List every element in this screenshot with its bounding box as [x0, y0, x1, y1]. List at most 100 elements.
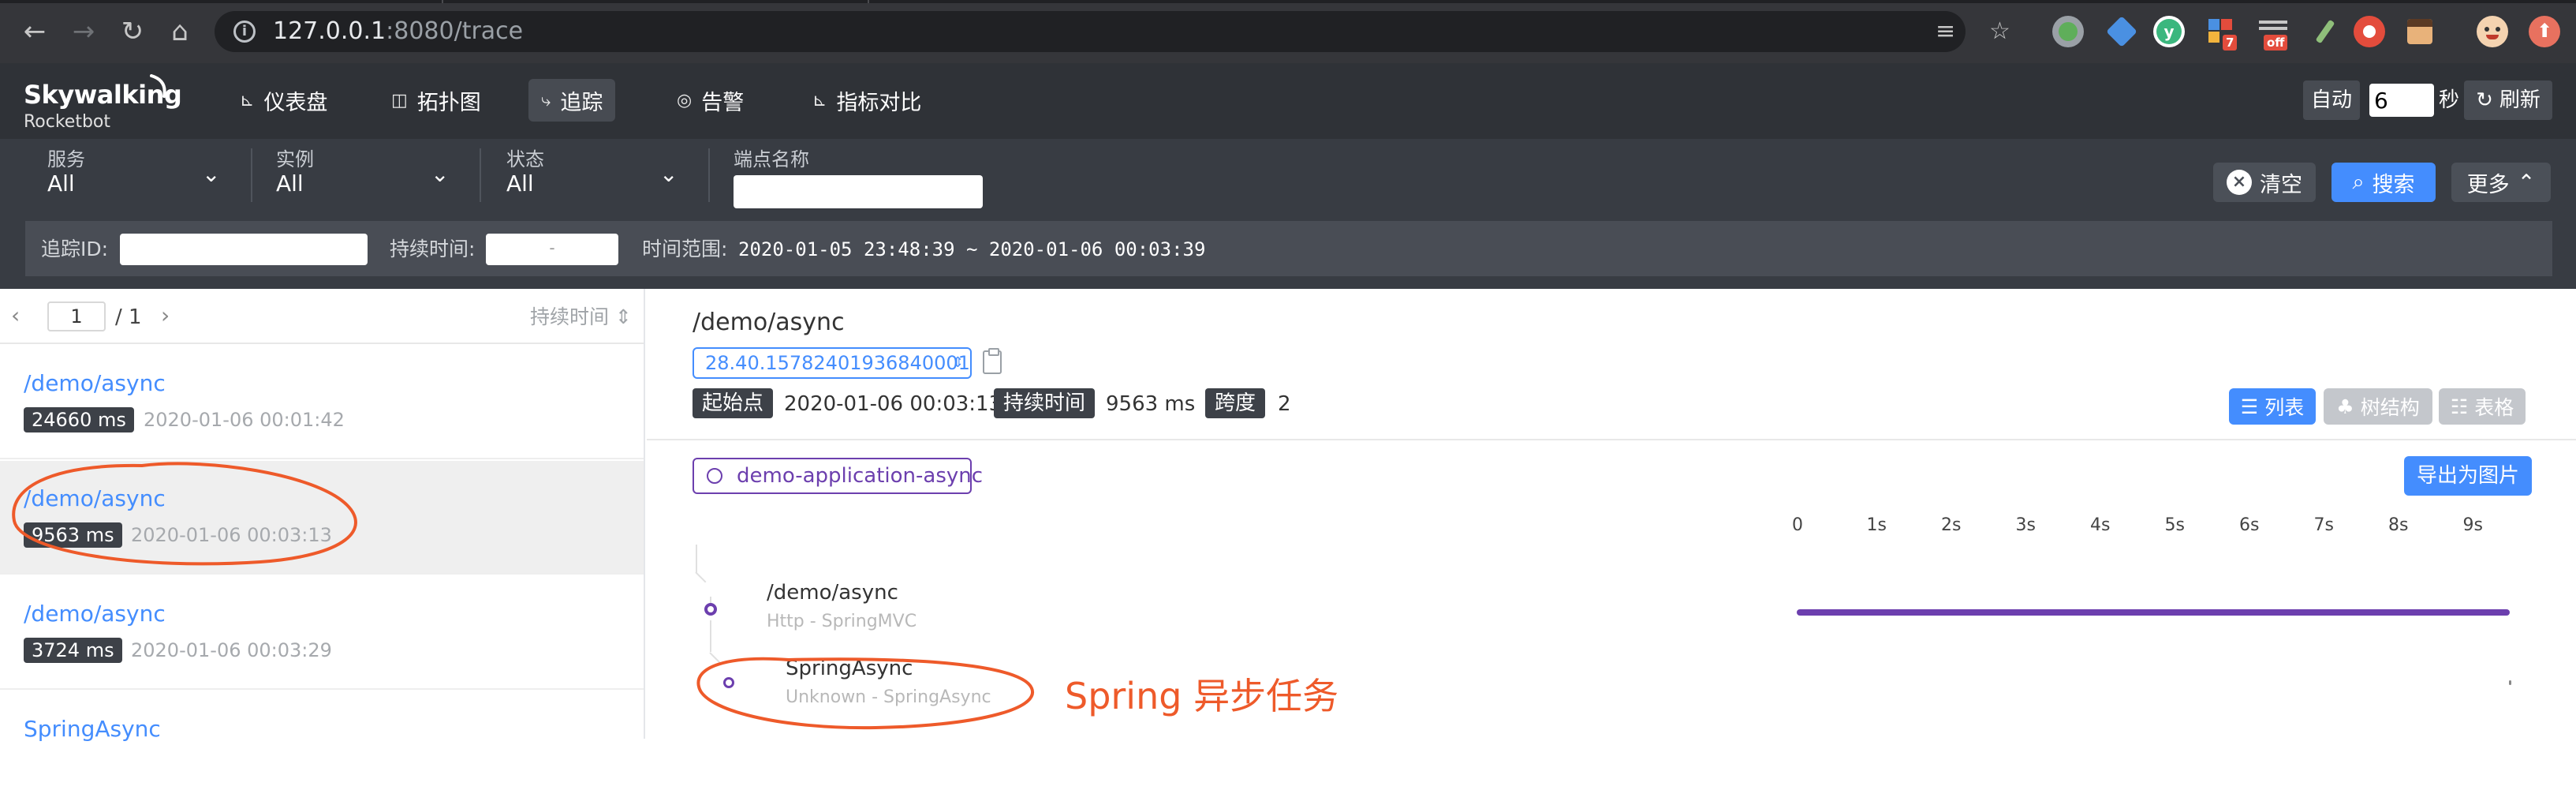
divider	[251, 148, 252, 202]
more-button[interactable]: 更多 ⌃	[2451, 163, 2551, 202]
trace-id-input[interactable]	[120, 234, 368, 265]
chevron-up-icon: ⌃	[2517, 170, 2536, 195]
extension-diamond-icon[interactable]	[2106, 16, 2137, 47]
status-label: 状态	[506, 148, 544, 170]
sort-select[interactable]: 持续时间 ⇕	[530, 305, 632, 330]
clear-button[interactable]: × 清空	[2213, 163, 2316, 202]
nav-topology[interactable]: ◫ 拓扑图	[379, 79, 494, 122]
refresh-button[interactable]: ↻ 刷新	[2464, 80, 2552, 120]
trace-name[interactable]: /demo/async	[24, 369, 166, 398]
seconds-label: 秒	[2439, 88, 2460, 112]
instance-select[interactable]: 实例 All ⌄	[276, 148, 450, 200]
view-tree-button[interactable]: ♣ 树结构	[2324, 388, 2432, 425]
chevron-right-icon[interactable]: ›	[161, 301, 170, 330]
chevron-down-icon: ⌄	[202, 161, 221, 187]
home-icon[interactable]: ⌂	[162, 16, 197, 47]
trace-name[interactable]: /demo/async	[24, 600, 166, 628]
logo-swoosh-icon	[150, 74, 166, 98]
span-node-dot[interactable]	[704, 603, 717, 616]
tick-label: 7s	[2313, 515, 2334, 535]
tree-connector	[709, 652, 721, 664]
duration-badge: 9563 ms	[24, 522, 122, 548]
extension-face-icon[interactable]	[2404, 16, 2436, 47]
list-item[interactable]: /demo/async 3724 ms 2020-01-06 00:03:29	[0, 576, 644, 690]
tick-label: 4s	[2090, 515, 2111, 535]
span-bar[interactable]	[2509, 680, 2512, 685]
divider	[708, 148, 710, 202]
search-button[interactable]: ⌕ 搜索	[2331, 163, 2436, 202]
export-image-button[interactable]: 导出为图片	[2404, 456, 2532, 496]
span-name[interactable]: /demo/async	[767, 579, 898, 606]
back-icon[interactable]: ←	[17, 16, 52, 47]
list-item[interactable]: SpringAsync	[0, 691, 644, 805]
update-icon[interactable]: ⬆	[2529, 16, 2560, 47]
search-label: 搜索	[2372, 172, 2415, 197]
span-name[interactable]: SpringAsync	[786, 655, 913, 682]
bookmark-star-icon[interactable]: ☆	[1989, 16, 2010, 47]
tree-icon: ♣	[2336, 395, 2354, 418]
view-tree-label: 树结构	[2360, 396, 2420, 419]
view-table-label: 表格	[2474, 396, 2514, 419]
refresh-icon: ↻	[2476, 88, 2493, 112]
extension-gray-icon[interactable]	[2052, 16, 2084, 47]
view-table-button[interactable]: ☷ 表格	[2439, 388, 2526, 425]
view-list-button[interactable]: ☰ 列表	[2229, 388, 2316, 425]
list-item[interactable]: /demo/async 24660 ms 2020-01-06 00:01:42	[0, 346, 644, 459]
reload-icon[interactable]: ↻	[115, 16, 150, 47]
tick-label: 1s	[1866, 515, 1887, 535]
chevron-left-icon[interactable]: ‹	[11, 301, 20, 330]
compare-icon: ⊾	[812, 90, 827, 110]
status-select[interactable]: 状态 All ⌄	[506, 148, 680, 200]
service-name: demo-application-async	[737, 464, 984, 488]
tab-strip-edge	[0, 0, 2576, 3]
time-range-value[interactable]: 2020-01-05 23:48:39 ~ 2020-01-06 00:03:3…	[738, 237, 1205, 262]
span-node-dot[interactable]	[723, 677, 734, 688]
start-value: 2020-01-06 00:03:13	[784, 392, 1002, 416]
avatar[interactable]	[2477, 16, 2508, 47]
span-count-tag: 跨度	[1205, 388, 1266, 418]
trace-id-select[interactable]: 28.40.15782401936840001 ⇕	[693, 347, 972, 379]
time-range-label: 时间范围:	[642, 238, 728, 260]
nav-trace[interactable]: ⤷ 追踪	[528, 79, 616, 122]
trace-time: 2020-01-06 00:03:29	[131, 639, 332, 661]
tick-label: 2s	[1941, 515, 1962, 535]
instance-value: All	[276, 170, 304, 197]
span-bar[interactable]	[1797, 609, 2510, 616]
interval-input[interactable]	[2369, 84, 2434, 117]
span-count-value: 2	[1278, 392, 1291, 416]
nav-alarm[interactable]: ◎ 告警	[664, 79, 756, 122]
extension-eyedropper-icon[interactable]	[2309, 16, 2341, 47]
trace-name[interactable]: SpringAsync	[24, 715, 161, 743]
url-text[interactable]: 127.0.0.1:8080/trace	[273, 17, 523, 46]
clipboard-icon[interactable]	[983, 348, 1002, 374]
service-label: 服务	[47, 148, 85, 170]
service-tag[interactable]: demo-application-async	[693, 458, 983, 494]
trace-name[interactable]: /demo/async	[24, 485, 166, 513]
service-select[interactable]: 服务 All ⌄	[47, 148, 221, 200]
extension-yapi-icon[interactable]: y	[2153, 16, 2185, 47]
list-item-selected[interactable]: /demo/async 9563 ms 2020-01-06 00:03:13	[0, 461, 644, 575]
divider	[480, 148, 481, 202]
alarm-icon: ◎	[677, 90, 693, 110]
updown-arrow-icon: ⇕	[951, 354, 964, 371]
info-icon[interactable]: i	[233, 21, 256, 43]
trace-icon: ⤷	[541, 90, 551, 110]
reader-mode-icon[interactable]: ≡	[1936, 16, 1955, 47]
search-icon: ⌕	[2352, 170, 2365, 194]
duration-range-input[interactable]: -	[486, 234, 618, 265]
nav-dashboard[interactable]: ⊾ 仪表盘	[227, 79, 340, 122]
endpoint-input[interactable]	[734, 175, 983, 208]
close-icon: ×	[2227, 170, 2252, 195]
page-input[interactable]: 1	[47, 301, 106, 331]
trace-title: /demo/async	[693, 309, 845, 336]
forward-icon[interactable]: →	[66, 16, 101, 47]
tick-label: 0	[1792, 515, 1803, 535]
chart-icon: ⊾	[240, 90, 255, 110]
nav-compare[interactable]: ⊾ 指标对比	[800, 79, 934, 122]
table-icon: ☷	[2450, 395, 2469, 418]
topology-icon: ◫	[391, 90, 408, 110]
auto-refresh-button[interactable]: 自动	[2303, 80, 2360, 120]
tick-label: 6s	[2239, 515, 2260, 535]
start-tag: 起始点	[693, 388, 774, 418]
extension-red-icon[interactable]	[2354, 16, 2385, 47]
